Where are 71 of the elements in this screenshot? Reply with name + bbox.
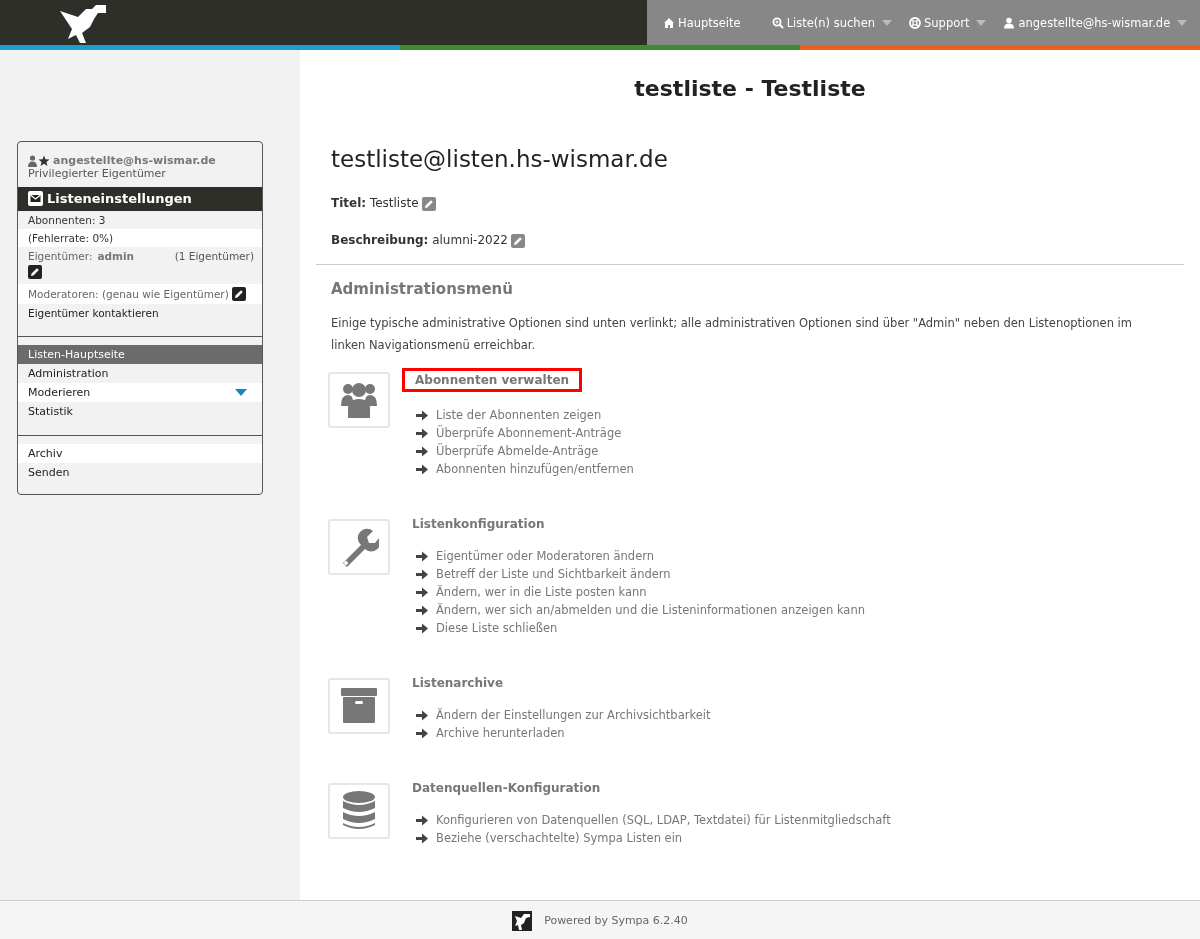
section-link[interactable]: Abonnenten verwalten xyxy=(402,368,583,392)
admin-link[interactable]: Betreff der Liste und Sichtbarkeit ändern xyxy=(436,567,671,581)
admin-link[interactable]: Ändern, wer in die Liste posten kann xyxy=(436,585,647,599)
admin-link[interactable]: Überprüfe Abonnement-Anträge xyxy=(436,426,622,440)
envelope-icon xyxy=(28,191,43,206)
edit-button[interactable] xyxy=(28,265,42,279)
admin-link[interactable]: Archive herunterladen xyxy=(436,726,565,740)
nav-link[interactable]: Support xyxy=(892,15,987,30)
admin-link[interactable]: Beziehe (verschachtelte) Sympa Listen ein xyxy=(436,831,683,845)
user-star-icon xyxy=(28,154,50,167)
arrow-icon xyxy=(416,622,428,634)
section-title: Listeneinstellungen xyxy=(47,191,192,206)
arrow-icon xyxy=(416,427,428,439)
section-link[interactable]: Listenarchive xyxy=(402,674,514,692)
pencil-icon xyxy=(231,287,246,301)
admin-link[interactable]: Überprüfe Abmelde-Anträge xyxy=(436,444,599,458)
arrow-icon xyxy=(416,586,428,598)
user-email[interactable]: angestellte@hs-wismar.de xyxy=(53,154,216,167)
pencil-icon xyxy=(510,234,525,248)
arrow-icon xyxy=(416,409,428,421)
icon-tile[interactable] xyxy=(328,372,390,428)
admin-link[interactable]: Abonnenten hinzufügen/entfernen xyxy=(436,462,634,476)
nav-link[interactable]: angestellte@hs-wismar.de xyxy=(986,15,1188,30)
owner-name[interactable]: admin xyxy=(97,250,175,262)
field-text: Beschreibung: alumni-2022 xyxy=(331,232,508,247)
section-link[interactable]: Datenquellen-Konfiguration xyxy=(402,779,611,797)
info-text: Abonnenten: 3 xyxy=(28,214,106,226)
admin-link[interactable]: Liste der Abonnenten zeigen xyxy=(436,408,602,422)
pencil-icon xyxy=(28,265,42,279)
section-heading: Administrationsmenü xyxy=(331,280,514,298)
page-title: testliste - Testliste xyxy=(633,76,867,101)
admin-link[interactable]: Konfigurieren von Datenquellen (SQL, LDAP, Textdatei) für Listenmitgliedschaft xyxy=(436,813,891,827)
list-address: testliste@listen.hs-wismar.de xyxy=(331,146,669,172)
icon-tile[interactable] xyxy=(328,783,390,839)
admin-link[interactable]: Diese Liste schließen xyxy=(436,621,558,635)
search-icon xyxy=(771,16,784,29)
icon-tile[interactable] xyxy=(328,678,390,734)
user-icon xyxy=(1003,16,1016,29)
admin-link[interactable]: Eigentümer oder Moderatoren ändern xyxy=(436,549,655,563)
arrow-icon xyxy=(416,604,428,616)
sidebar-item[interactable]: Moderieren xyxy=(18,383,262,402)
nav-link[interactable]: Hauptseite xyxy=(647,15,741,30)
user-role: Privilegierter Eigentümer xyxy=(28,167,167,180)
sidebar-item[interactable]: Archiv xyxy=(18,444,262,463)
nav-link[interactable]: Liste(n) suchen xyxy=(754,15,892,30)
field-text: Titel: Testliste xyxy=(331,195,419,210)
admin-link[interactable]: Ändern, wer sich an/abmelden und die Listeninformationen anzeigen kann xyxy=(436,603,865,617)
arrow-icon xyxy=(416,727,428,739)
arrow-icon xyxy=(416,709,428,721)
edit-button[interactable] xyxy=(231,287,246,301)
arrow-icon xyxy=(416,814,428,826)
owner-count: (1 Eigentümer) xyxy=(174,250,254,262)
owner-label: Eigentümer: xyxy=(28,250,93,262)
icon-tile[interactable] xyxy=(328,519,390,575)
arrow-icon xyxy=(416,568,428,580)
sidebar-item[interactable]: Listen-Hauptseite xyxy=(18,345,262,364)
lifebuoy-icon xyxy=(909,16,921,29)
arrow-icon xyxy=(416,445,428,457)
bird-logo xyxy=(512,910,533,931)
contact-link[interactable]: Eigentümer kontaktieren xyxy=(28,307,159,319)
moderators-text: Moderatoren: (genau wie Eigentümer) xyxy=(28,288,229,300)
home-icon xyxy=(663,16,675,29)
arrow-icon xyxy=(416,463,428,475)
footer-text: Powered by Sympa 6.2.40 xyxy=(544,914,688,927)
admin-link[interactable]: Ändern der Einstellungen zur Archivsichtbarkeit xyxy=(436,708,711,722)
pencil-icon xyxy=(421,197,436,211)
info-text: (Fehlerrate: 0%) xyxy=(28,232,114,244)
section-link[interactable]: Listenkonfiguration xyxy=(402,515,555,533)
arrow-icon xyxy=(416,832,428,844)
arrow-icon xyxy=(416,550,428,562)
intro-text: Einige typische administrative Optionen sind unten verlinkt; alle administrativen Optionen sind über "Admin" neben den Listenoptionen im linken Navigationsmenü erreichbar. xyxy=(331,315,1133,354)
